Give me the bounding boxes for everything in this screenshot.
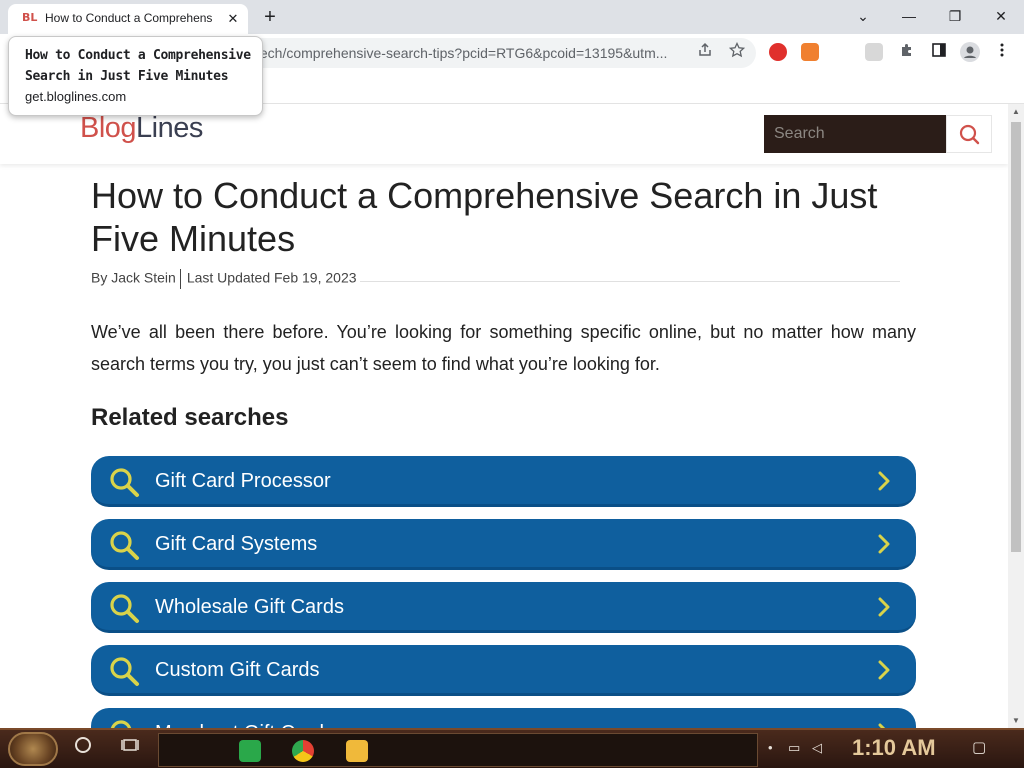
profile-avatar-icon[interactable] (959, 42, 981, 64)
related-search-item[interactable]: Custom Gift Cards (91, 645, 916, 696)
scroll-down-arrow-icon[interactable]: ▼ (1012, 716, 1020, 725)
close-window-button[interactable]: ✕ (981, 2, 1021, 30)
side-panel-icon[interactable] (928, 42, 950, 64)
chevron-right-icon (878, 534, 890, 554)
article-byline: By Jack Stein Last Updated Feb 19, 2023 (91, 269, 357, 289)
related-search-item[interactable]: Gift Card Processor (91, 456, 916, 507)
taskbar-apps-panel (158, 733, 758, 767)
scroll-thumb[interactable] (1011, 122, 1021, 552)
chevron-right-icon (878, 471, 890, 491)
notes-app-icon[interactable] (239, 740, 261, 762)
chevron-right-icon (878, 723, 886, 728)
magnifier-icon (110, 468, 139, 497)
chevron-right-icon (878, 597, 890, 617)
site-logo[interactable]: BlogLines (80, 112, 203, 145)
hover-card-title: How to Conduct a Comprehensive Search in… (25, 48, 251, 84)
site-search-button[interactable] (946, 115, 992, 153)
related-search-label: Gift Card Processor (155, 470, 331, 492)
related-search-label: Gift Card Systems (155, 533, 318, 555)
related-search-label: Custom Gift Cards (155, 659, 320, 681)
task-view-icon[interactable] (115, 734, 145, 764)
tray-expand-icon[interactable]: • (768, 740, 773, 755)
cortana-circle-icon[interactable] (68, 734, 98, 764)
related-searches-list: Gift Card Processor Gift Card Systems Whol… (91, 456, 916, 728)
minimize-button[interactable]: — (889, 2, 929, 30)
hover-card-url: get.bloglines.com (25, 89, 127, 104)
magnifier-icon (110, 594, 139, 623)
tab-favicon: BL (22, 11, 38, 24)
extensions-puzzle-icon[interactable] (896, 42, 918, 64)
tab-search-dropdown-icon[interactable]: ⌄ (843, 2, 883, 30)
bookmark-star-icon[interactable] (726, 41, 748, 64)
chrome-app-icon[interactable] (292, 740, 314, 762)
site-search-input[interactable] (764, 115, 946, 153)
tab-hover-card: How to Conduct a Comprehensive Search in… (8, 36, 263, 116)
chrome-menu-icon[interactable] (991, 42, 1013, 64)
restore-button[interactable]: ❐ (935, 2, 975, 30)
address-url[interactable]: tech/comprehensive-search-tips?pcid=RTG6… (256, 45, 696, 61)
extension-fc-icon[interactable] (865, 43, 883, 61)
chevron-right-icon (878, 660, 890, 680)
article-title: How to Conduct a Comprehensive Search in… (91, 175, 878, 259)
related-searches-heading: Related searches (91, 404, 289, 431)
logo-lines: Lines (136, 112, 203, 144)
network-icon[interactable]: ▭ (788, 740, 800, 756)
author-name[interactable]: By Jack Stein (91, 270, 176, 286)
related-search-item[interactable]: Gift Card Systems (91, 519, 916, 570)
logo-blog: Blog (80, 112, 137, 144)
tab-title: How to Conduct a Comprehensive Search in… (45, 11, 213, 25)
notifications-icon[interactable]: ▢ (972, 738, 986, 756)
browser-tab[interactable]: BL How to Conduct a Comprehensive Search… (8, 4, 248, 34)
related-search-label: Wholesale Gift Cards (155, 596, 344, 618)
browser-tab-strip: BL How to Conduct a Comprehensive Search… (0, 0, 1024, 34)
related-search-item[interactable]: Wholesale Gift Cards (91, 582, 916, 633)
byline-divider (360, 281, 900, 282)
magnifier-icon (110, 531, 139, 560)
extension-red-icon[interactable] (769, 43, 787, 61)
start-button[interactable] (8, 732, 58, 766)
file-explorer-icon[interactable] (346, 740, 368, 762)
page-viewport: BlogLines How to Conduct a Comprehensive… (0, 104, 1008, 728)
last-updated: Last Updated Feb 19, 2023 (186, 269, 357, 286)
search-icon (959, 124, 980, 145)
share-icon[interactable] (694, 42, 716, 64)
scroll-up-arrow-icon[interactable]: ▲ (1012, 107, 1020, 116)
windows-taskbar: • ▭ ◁ 1:10 AM ▢ (0, 728, 1024, 768)
tab-close-icon[interactable]: ✕ (224, 10, 242, 28)
related-search-item[interactable]: Merchant Gift Cards (91, 708, 916, 728)
taskbar-clock[interactable]: 1:10 AM (852, 735, 936, 761)
volume-muted-icon[interactable]: ◁ (812, 740, 822, 756)
article-intro: We’ve all been there before. You’re look… (91, 322, 916, 374)
new-tab-button[interactable]: + (258, 6, 282, 30)
extension-s-icon[interactable] (833, 43, 851, 61)
byline-separator (179, 269, 181, 289)
extension-orange-icon[interactable] (801, 43, 819, 61)
page-scrollbar[interactable]: ▲ ▼ (1008, 104, 1024, 728)
magnifier-icon (110, 720, 132, 728)
magnifier-icon (110, 657, 139, 686)
